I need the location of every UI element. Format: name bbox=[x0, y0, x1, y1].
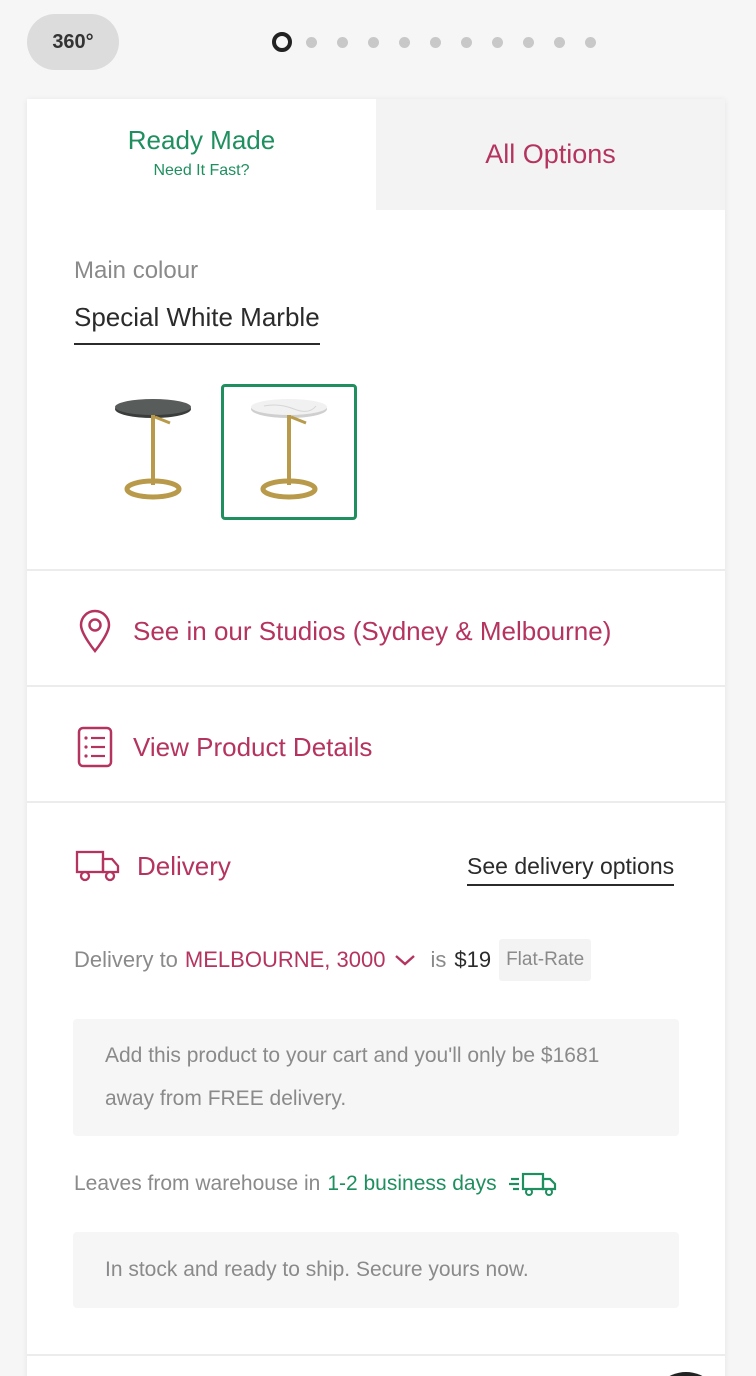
stock-note: In stock and ready to ship. Secure yours… bbox=[73, 1232, 679, 1308]
see-delivery-options-link[interactable]: See delivery options bbox=[467, 853, 675, 886]
swatch-special-white-marble[interactable] bbox=[221, 384, 357, 520]
side-table-marble-image bbox=[251, 399, 327, 500]
tab-ready-made[interactable]: Ready Made Need It Fast? bbox=[27, 99, 376, 210]
option-tabs: Ready Made Need It Fast? All Options bbox=[27, 99, 725, 210]
carousel-dot[interactable] bbox=[492, 36, 503, 48]
product-details-link-label: View Product Details bbox=[133, 731, 373, 762]
swatch-smoked-glass[interactable] bbox=[85, 384, 221, 520]
tab-all-options[interactable]: All Options bbox=[376, 99, 725, 210]
flat-rate-badge: Flat-Rate bbox=[499, 939, 592, 981]
carousel-dot[interactable] bbox=[585, 36, 596, 48]
delivery-to-label: Delivery to bbox=[74, 947, 178, 972]
carousel-dot[interactable] bbox=[272, 32, 292, 52]
fast-truck-icon bbox=[508, 1172, 556, 1196]
delivery-truck-icon bbox=[75, 849, 121, 883]
delivery-heading: Delivery bbox=[75, 849, 231, 883]
side-table-glass-image bbox=[115, 399, 191, 500]
carousel-dot[interactable] bbox=[430, 36, 441, 48]
location-pin-icon bbox=[75, 609, 115, 653]
product-options-card: Ready Made Need It Fast? All Options Mai… bbox=[27, 99, 725, 1376]
delivery-location-selector[interactable]: MELBOURNE, 3000 bbox=[185, 947, 417, 973]
divider bbox=[27, 801, 725, 803]
carousel-dot[interactable] bbox=[368, 36, 379, 48]
colour-value: Special White Marble bbox=[74, 302, 320, 345]
leaves-label: Leaves from warehouse in bbox=[74, 1172, 321, 1195]
studios-link-label: See in our Studios (Sydney & Melbourne) bbox=[133, 615, 612, 646]
carousel-dot[interactable] bbox=[337, 36, 348, 48]
document-list-icon bbox=[75, 725, 115, 769]
chevron-down-icon bbox=[395, 955, 416, 966]
carousel-dot[interactable] bbox=[461, 36, 472, 48]
divider bbox=[27, 685, 725, 687]
delivery-price: $19 bbox=[454, 947, 492, 972]
product-details-link[interactable]: View Product Details bbox=[75, 725, 372, 769]
carousel-dot[interactable] bbox=[523, 36, 534, 48]
divider bbox=[27, 1354, 725, 1356]
carousel-dot[interactable] bbox=[306, 36, 317, 48]
dispatch-info: Leaves from warehouse in 1-2 business da… bbox=[74, 1171, 559, 1197]
carousel-dot[interactable] bbox=[399, 36, 410, 48]
colour-label: Main colour bbox=[74, 257, 199, 284]
delivery-is-label: is bbox=[430, 947, 447, 972]
tab-ready-made-subtitle: Need It Fast? bbox=[153, 162, 250, 179]
delivery-title: Delivery bbox=[137, 850, 231, 881]
tab-ready-made-title: Ready Made bbox=[127, 125, 276, 155]
360-view-button[interactable]: 360° bbox=[27, 14, 119, 70]
delivery-location: MELBOURNE, 3000 bbox=[184, 947, 386, 972]
free-delivery-note: Add this product to your cart and you'll… bbox=[73, 1019, 679, 1136]
divider bbox=[27, 569, 725, 571]
carousel-dots bbox=[272, 31, 616, 53]
leaves-days: 1-2 business days bbox=[327, 1172, 497, 1195]
delivery-summary: Delivery to MELBOURNE, 3000 is $19 Flat-… bbox=[74, 939, 592, 981]
carousel-dot[interactable] bbox=[554, 36, 565, 48]
studios-link[interactable]: See in our Studios (Sydney & Melbourne) bbox=[75, 609, 611, 653]
